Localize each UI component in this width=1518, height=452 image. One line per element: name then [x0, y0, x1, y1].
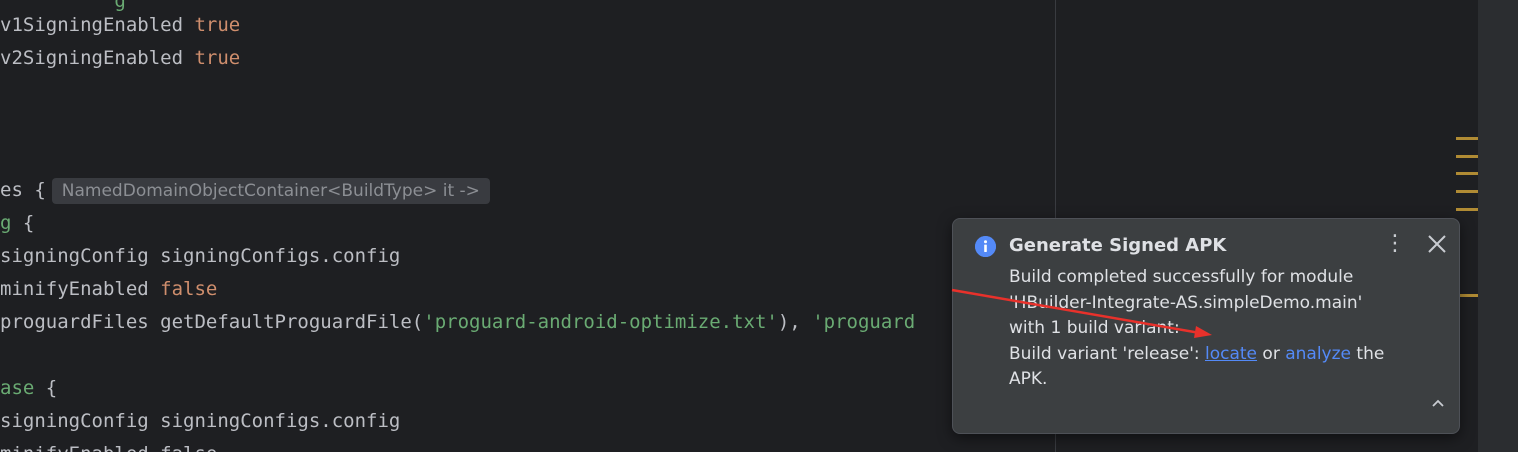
analyze-link[interactable]: analyze: [1285, 344, 1351, 364]
message-line: APK.: [1009, 369, 1048, 389]
info-icon: [975, 236, 996, 257]
code-line: signingConfig signingConfigs.config: [0, 410, 401, 432]
scrollbar-gutter[interactable]: [1478, 0, 1518, 452]
code-line: g {: [0, 212, 35, 234]
code-line: es {NamedDomainObjectContainer<BuildType…: [0, 174, 490, 207]
code-line: ase {: [0, 377, 58, 399]
error-stripe-marker[interactable]: [1456, 155, 1478, 158]
code-line: signingConfig signingConfigs.config: [0, 245, 401, 267]
error-stripe-marker[interactable]: [1456, 190, 1478, 193]
code-line: minifyEnabled false: [0, 438, 217, 452]
close-icon[interactable]: [1425, 231, 1449, 257]
parameter-hint: NamedDomainObjectContainer<BuildType> it…: [51, 177, 490, 204]
error-stripe-marker[interactable]: [1456, 172, 1478, 175]
message-line: 'HBuilder-Integrate-AS.simpleDemo.main': [1009, 292, 1363, 313]
notification-body: Build completed successfully for module …: [1009, 265, 1409, 393]
error-stripe-marker[interactable]: [1456, 137, 1478, 140]
locate-link[interactable]: locate: [1205, 344, 1257, 364]
error-stripe-marker[interactable]: [1456, 208, 1478, 211]
message-line: with 1 build variant:: [1009, 318, 1180, 338]
message-line: Build completed successfully for module: [1009, 267, 1354, 287]
notification-title: Generate Signed APK: [1009, 235, 1227, 256]
code-line: proguardFiles getDefaultProguardFile('pr…: [0, 311, 916, 333]
more-options-icon[interactable]: ⋮: [1383, 231, 1407, 257]
notification-balloon: Generate Signed APK ⋮ Build completed su…: [952, 218, 1460, 434]
chevron-up-icon[interactable]: [1427, 393, 1449, 415]
code-line: v1SigningEnabled true: [0, 14, 241, 36]
message-line: Build variant 'release': locate or analy…: [1009, 343, 1385, 364]
code-line: minifyEnabled false: [0, 278, 218, 300]
code-line: v2SigningEnabled true: [0, 47, 241, 69]
